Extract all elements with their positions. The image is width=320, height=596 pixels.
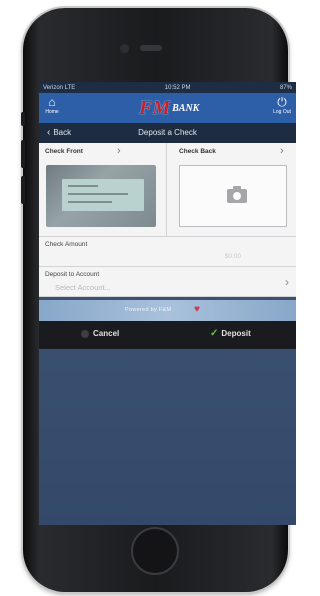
heart-icon: ♥: [194, 304, 200, 315]
logoff-label: Log Out: [273, 109, 291, 115]
cancel-button[interactable]: Cancel: [81, 329, 119, 338]
banner-text: Powered by F&M: [125, 307, 172, 313]
check-line: [68, 185, 98, 187]
front-camera: [120, 44, 129, 53]
mute-switch: [21, 112, 25, 126]
powered-by-banner: Powered by F&M ♥: [39, 300, 296, 321]
check-line: [68, 193, 128, 195]
nav-bar: ‹ Back Deposit a Check: [39, 123, 296, 143]
bank-logo: FM BANK: [139, 97, 199, 119]
deposit-form: Check Front › Check Back › Check Amount …: [39, 143, 296, 297]
chevron-right-icon: ›: [285, 275, 289, 289]
home-label: Home: [45, 109, 59, 115]
volume-up-button: [21, 140, 25, 168]
camera-icon-top: [233, 186, 241, 190]
carrier-label: Verizon LTE: [43, 84, 76, 91]
chevron-right-icon: ›: [117, 145, 121, 157]
battery-level: 87%: [279, 84, 292, 91]
check-front-photo: [46, 165, 156, 227]
check-front-label: Check Front: [45, 148, 83, 155]
home-nav-button[interactable]: ⌂ Home: [42, 96, 62, 120]
deposit-button[interactable]: ✓ Deposit: [210, 327, 251, 339]
cancel-label: Cancel: [93, 329, 120, 338]
check-line: [68, 201, 112, 203]
check-paper: [62, 179, 144, 211]
home-button[interactable]: [131, 527, 179, 575]
app-header: ⌂ Home FM BANK ⏻ Log Out: [39, 93, 296, 123]
deposit-account-label: Deposit to Account: [45, 271, 100, 278]
page-title: Deposit a Check: [138, 128, 197, 137]
status-bar: Verizon LTE 10:52 PM 87%: [39, 82, 296, 93]
check-images-row: Check Front › Check Back ›: [39, 143, 296, 237]
checkmark-icon: ✓: [210, 327, 219, 339]
volume-down-button: [21, 176, 25, 204]
camera-icon: [227, 186, 247, 203]
logo-mark: FM: [139, 96, 171, 119]
action-bar: Cancel ✓ Deposit: [39, 321, 296, 349]
check-back-placeholder: [179, 165, 287, 227]
clock: 10:52 PM: [164, 84, 191, 91]
power-icon: ⏻: [277, 95, 287, 109]
deposit-label: Deposit: [221, 329, 251, 338]
check-back-capture[interactable]: Check Back ›: [167, 143, 296, 236]
camera-icon-lens: [233, 192, 241, 200]
deposit-account-select[interactable]: Deposit to Account Select Account... ›: [39, 267, 296, 297]
check-amount-value: $0.00: [224, 253, 241, 260]
logo-word: BANK: [172, 102, 200, 114]
app-screen: Verizon LTE 10:52 PM 87% ⌂ Home FM BANK …: [39, 82, 296, 525]
check-amount-field[interactable]: Check Amount $0.00: [39, 237, 296, 267]
chevron-right-icon: ›: [280, 145, 284, 157]
account-placeholder: Select Account...: [55, 283, 111, 292]
speaker-grille: [140, 45, 162, 51]
check-front-capture[interactable]: Check Front ›: [39, 143, 167, 236]
home-icon: ⌂: [48, 95, 56, 109]
logoff-button[interactable]: ⏻ Log Out: [271, 96, 293, 120]
cancel-icon: [81, 329, 89, 338]
check-amount-label: Check Amount: [45, 241, 88, 248]
check-back-label: Check Back: [179, 148, 216, 155]
